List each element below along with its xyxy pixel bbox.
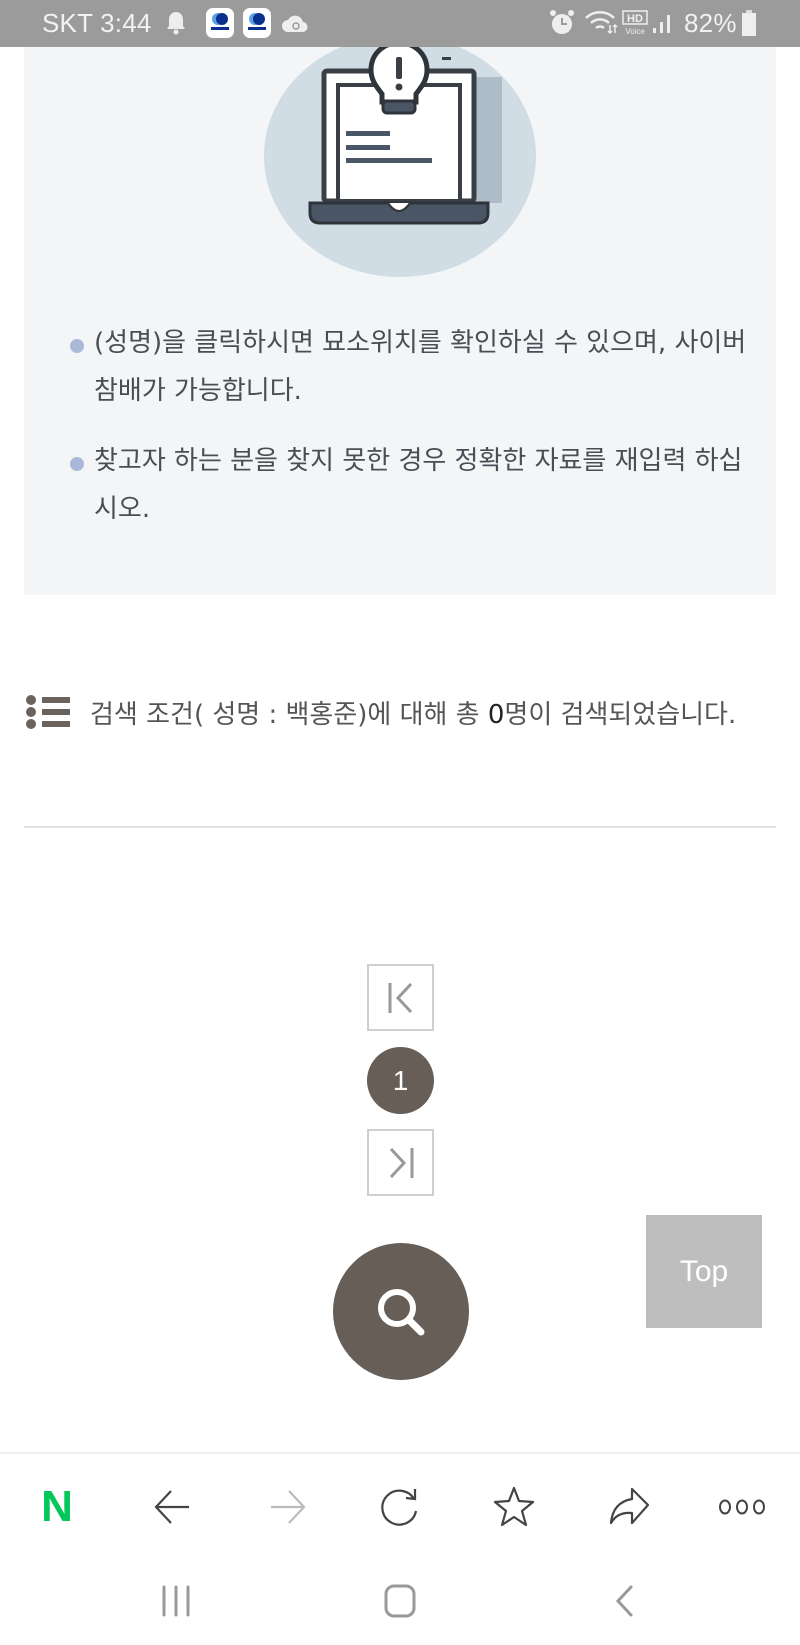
battery-percent: 82% <box>684 8 737 38</box>
back-button[interactable] <box>148 1482 198 1532</box>
battery-icon <box>742 10 756 40</box>
result-count: 0 <box>487 700 505 730</box>
system-back-button[interactable] <box>600 1576 650 1626</box>
search-icon <box>378 1288 425 1335</box>
carrier-time: SKT 3:44 <box>42 8 152 38</box>
search-result-summary: 검색 조건( 성명 : 백홍준)에 대해 총 0명이 검색되었습니다. <box>24 692 776 738</box>
svg-text:HD: HD <box>627 13 643 25</box>
info-bullet: (성명)을 클릭하시면 묘소위치를 확인하실 수 있으며, 사이버참배가 가능합… <box>70 319 750 415</box>
info-bullet-text: 찾고자 하는 분을 찾지 못한 경우 정확한 자료를 재입력 하십시오. <box>94 446 743 524</box>
more-button[interactable] <box>717 1482 767 1532</box>
reload-button[interactable] <box>375 1482 425 1532</box>
recent-apps-button[interactable] <box>151 1576 201 1626</box>
first-page-icon <box>388 982 412 1013</box>
last-page-icon <box>389 1147 413 1178</box>
star-icon <box>493 1486 535 1527</box>
svg-text:Voice: Voice <box>625 27 645 36</box>
hd-voice-icon: HD Voice <box>621 10 649 40</box>
signal-icon <box>652 12 674 38</box>
info-bullet-list: (성명)을 클릭하시면 묘소위치를 확인하실 수 있으며, 사이버참배가 가능합… <box>70 319 750 555</box>
system-navigation-bar <box>0 1554 800 1645</box>
naver-logo-icon: N <box>41 1482 73 1531</box>
arrow-left-icon <box>154 1490 189 1524</box>
more-icon <box>719 1499 765 1515</box>
list-icon <box>24 693 72 729</box>
info-bullet: 찾고자 하는 분을 찾지 못한 경우 정확한 자료를 재입력 하십시오. <box>70 437 750 533</box>
share-button[interactable] <box>604 1482 654 1532</box>
arrow-right-icon <box>271 1490 306 1524</box>
cloud-sync-icon <box>281 13 309 37</box>
result-suffix: 명이 검색되었습니다. <box>504 700 737 730</box>
bullet-dot-icon <box>70 339 84 353</box>
result-prefix: 검색 조건( 성명 : 백홍준)에 대해 총 <box>90 700 488 730</box>
forward-button[interactable] <box>262 1482 312 1532</box>
share-icon <box>609 1487 650 1525</box>
laptop-lightbulb-icon <box>264 35 536 277</box>
scroll-top-button[interactable]: Top <box>646 1215 762 1328</box>
alarm-icon <box>549 9 575 41</box>
home-button[interactable] <box>375 1576 425 1626</box>
browser-toolbar: N <box>0 1452 800 1554</box>
search-button[interactable] <box>333 1243 469 1380</box>
page-1-button[interactable]: 1 <box>367 1047 434 1114</box>
won-app-icon <box>243 8 271 42</box>
recent-apps-icon <box>162 1585 190 1617</box>
info-bullet-text: (성명)을 클릭하시면 묘소위치를 확인하실 수 있으며, 사이버참배가 가능합… <box>94 328 747 406</box>
first-page-button[interactable] <box>367 964 434 1031</box>
bookmark-button[interactable] <box>489 1482 539 1532</box>
won-app-icon <box>206 8 234 42</box>
bell-icon <box>165 10 187 40</box>
info-panel: (성명)을 클릭하시면 묘소위치를 확인하실 수 있으며, 사이버참배가 가능합… <box>24 35 776 595</box>
status-bar: SKT 3:44 HD Voice 82% <box>0 0 800 47</box>
reload-icon <box>381 1489 418 1526</box>
naver-home-button[interactable]: N <box>32 1482 82 1532</box>
divider <box>24 826 776 828</box>
home-icon <box>384 1584 416 1618</box>
chevron-left-icon <box>615 1585 633 1617</box>
wifi-icon <box>584 9 618 39</box>
bullet-dot-icon <box>70 457 84 471</box>
last-page-button[interactable] <box>367 1129 434 1196</box>
